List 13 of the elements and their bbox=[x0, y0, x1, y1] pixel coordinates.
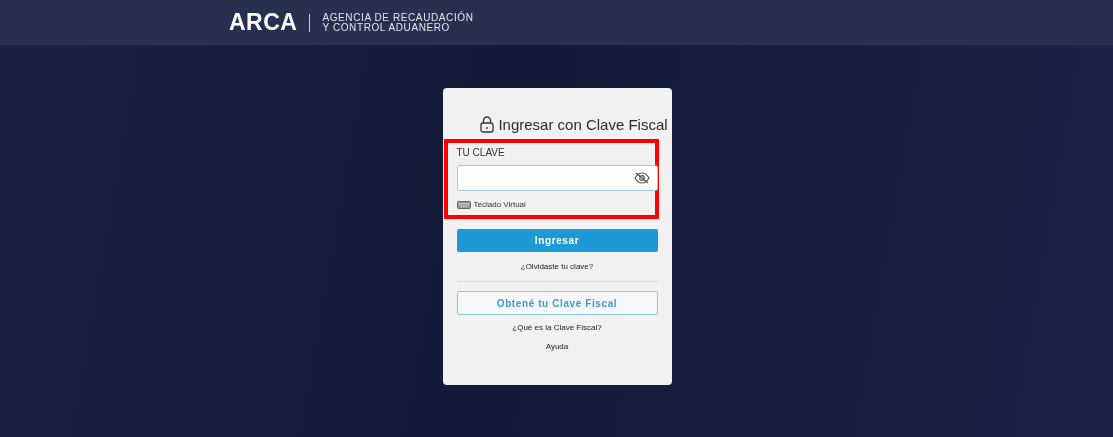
virtual-keyboard-link[interactable]: Teclado Virtual bbox=[473, 200, 526, 209]
logo-text: ARCA bbox=[229, 9, 298, 36]
help-link[interactable]: Ayuda bbox=[545, 342, 569, 351]
agency-name: AGENCIA DE RECAUDACIÓN bbox=[322, 12, 474, 23]
eye-slash-icon[interactable] bbox=[633, 172, 650, 184]
agency-name: Y CONTROL ADUANERO bbox=[322, 22, 451, 33]
what-is-link[interactable]: ¿Qué es la Clave Fiscal? bbox=[512, 323, 602, 332]
forgot-password-link[interactable]: ¿Olvidaste tu clave? bbox=[520, 262, 594, 271]
password-label: TU CLAVE bbox=[456, 147, 506, 158]
lock-icon bbox=[480, 116, 495, 133]
password-field[interactable] bbox=[456, 165, 658, 191]
keyboard-icon[interactable] bbox=[456, 200, 471, 209]
card-title: Ingresar con Clave Fiscal bbox=[498, 116, 668, 133]
